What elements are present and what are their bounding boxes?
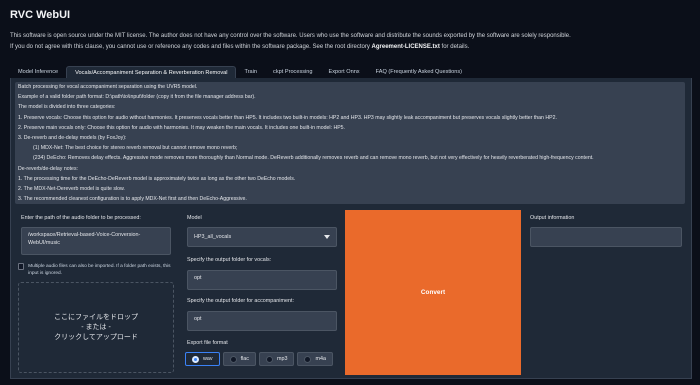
upload-drop-text: ここにファイルをドロップ: [54, 313, 138, 321]
disclaimer-line-2-post: for details.: [439, 44, 470, 50]
disclaimer-line-1: This software is open source under the M…: [10, 33, 571, 39]
description-line: 2. Preserve main vocals only: Choose thi…: [18, 124, 345, 131]
format-option-m4a[interactable]: m4a: [297, 352, 333, 366]
model-dropdown-value: HP3_all_vocals: [194, 234, 232, 240]
convert-button-label: Convert: [420, 289, 446, 296]
output-info-textbox[interactable]: [530, 227, 682, 247]
accompaniment-output-label: Specify the output folder for accompanim…: [187, 298, 294, 304]
accompaniment-output-input[interactable]: opt: [187, 311, 337, 331]
tab-export-onnx[interactable]: Export Onnx: [321, 66, 368, 77]
license-disclaimer: This software is open source under the M…: [10, 31, 690, 53]
multi-file-checkbox-row: Multiple audio files can also be importe…: [18, 263, 176, 277]
description-line: 1. Preserve vocals: Choose this option f…: [18, 114, 557, 121]
upload-click-text: クリックしてアップロード: [54, 333, 138, 341]
tab-model-inference[interactable]: Model Inference: [10, 66, 66, 77]
tab-faq[interactable]: FAQ (Frequently Asked Questions): [368, 66, 470, 77]
format-option-flac[interactable]: flac: [222, 352, 256, 366]
tab-ckpt-processing[interactable]: ckpt Processing: [265, 66, 320, 77]
format-label-flac: flac: [240, 356, 249, 362]
multi-file-checkbox[interactable]: [18, 263, 25, 270]
folder-path-input[interactable]: /workspace/Retrieval-based-Voice-Convers…: [21, 227, 171, 255]
radio-dot-icon: [304, 355, 312, 363]
radio-dot-icon: [192, 355, 199, 363]
description-line: 2. The MDX-Net-Dereverb model is quite s…: [18, 186, 125, 193]
format-option-wav[interactable]: wav: [185, 352, 220, 366]
radio-dot-icon: [229, 355, 237, 363]
description-line: Example of a valid folder path format: D…: [18, 94, 256, 101]
description-line: (234) DeEcho: Removes delay effects. Agg…: [33, 155, 594, 162]
app-title: RVC WebUI: [10, 9, 71, 21]
format-label-m4a: m4a: [315, 356, 326, 362]
description-line: 3. De-reverb and de-delay models (by Fox…: [18, 135, 127, 142]
description-line: 1. The processing time for the DeEcho-De…: [18, 175, 296, 182]
export-format-label: Export file format: [187, 340, 228, 346]
license-file-name: Agreement-LICENSE.txt: [371, 44, 440, 50]
vocals-output-input[interactable]: opt: [187, 270, 337, 290]
tab-train[interactable]: Train: [236, 66, 265, 77]
format-option-mp3[interactable]: mp3: [258, 352, 295, 366]
multi-file-checkbox-label: Multiple audio files can also be importe…: [28, 264, 171, 276]
file-upload-dropzone[interactable]: ここにファイルをドロップ - または - クリックしてアップロード: [18, 282, 174, 373]
folder-path-label: Enter the path of the audio folder to be…: [21, 215, 141, 221]
description-line: The model is divided into three categori…: [18, 104, 116, 111]
convert-button[interactable]: Convert: [345, 210, 521, 375]
description-box: Batch processing for vocal accompaniment…: [15, 82, 685, 204]
description-line: Batch processing for vocal accompaniment…: [18, 84, 198, 90]
upload-or-text: - または -: [81, 323, 111, 331]
output-info-label: Output information: [530, 215, 575, 221]
format-label-wav: wav: [203, 356, 213, 362]
radio-dot-icon: [265, 355, 273, 363]
disclaimer-line-2-pre: If you do not agree with this clause, yo…: [10, 44, 372, 50]
vocals-output-label: Specify the output folder for vocals:: [187, 257, 272, 263]
description-line: (1) MDX-Net: The best choice for stereo …: [33, 145, 238, 152]
model-dropdown[interactable]: HP3_all_vocals: [187, 227, 337, 247]
description-line: De-reverb/de-delay notes:: [18, 165, 78, 172]
disclaimer-line-2: If you do not agree with this clause, yo…: [10, 42, 690, 53]
description-line: 3. The recommended cleanest configuratio…: [18, 196, 247, 203]
export-format-radio-group: wav flac mp3 m4a: [181, 352, 347, 366]
model-label: Model: [187, 215, 202, 221]
chevron-down-icon: [324, 235, 330, 239]
format-label-mp3: mp3: [276, 356, 288, 362]
